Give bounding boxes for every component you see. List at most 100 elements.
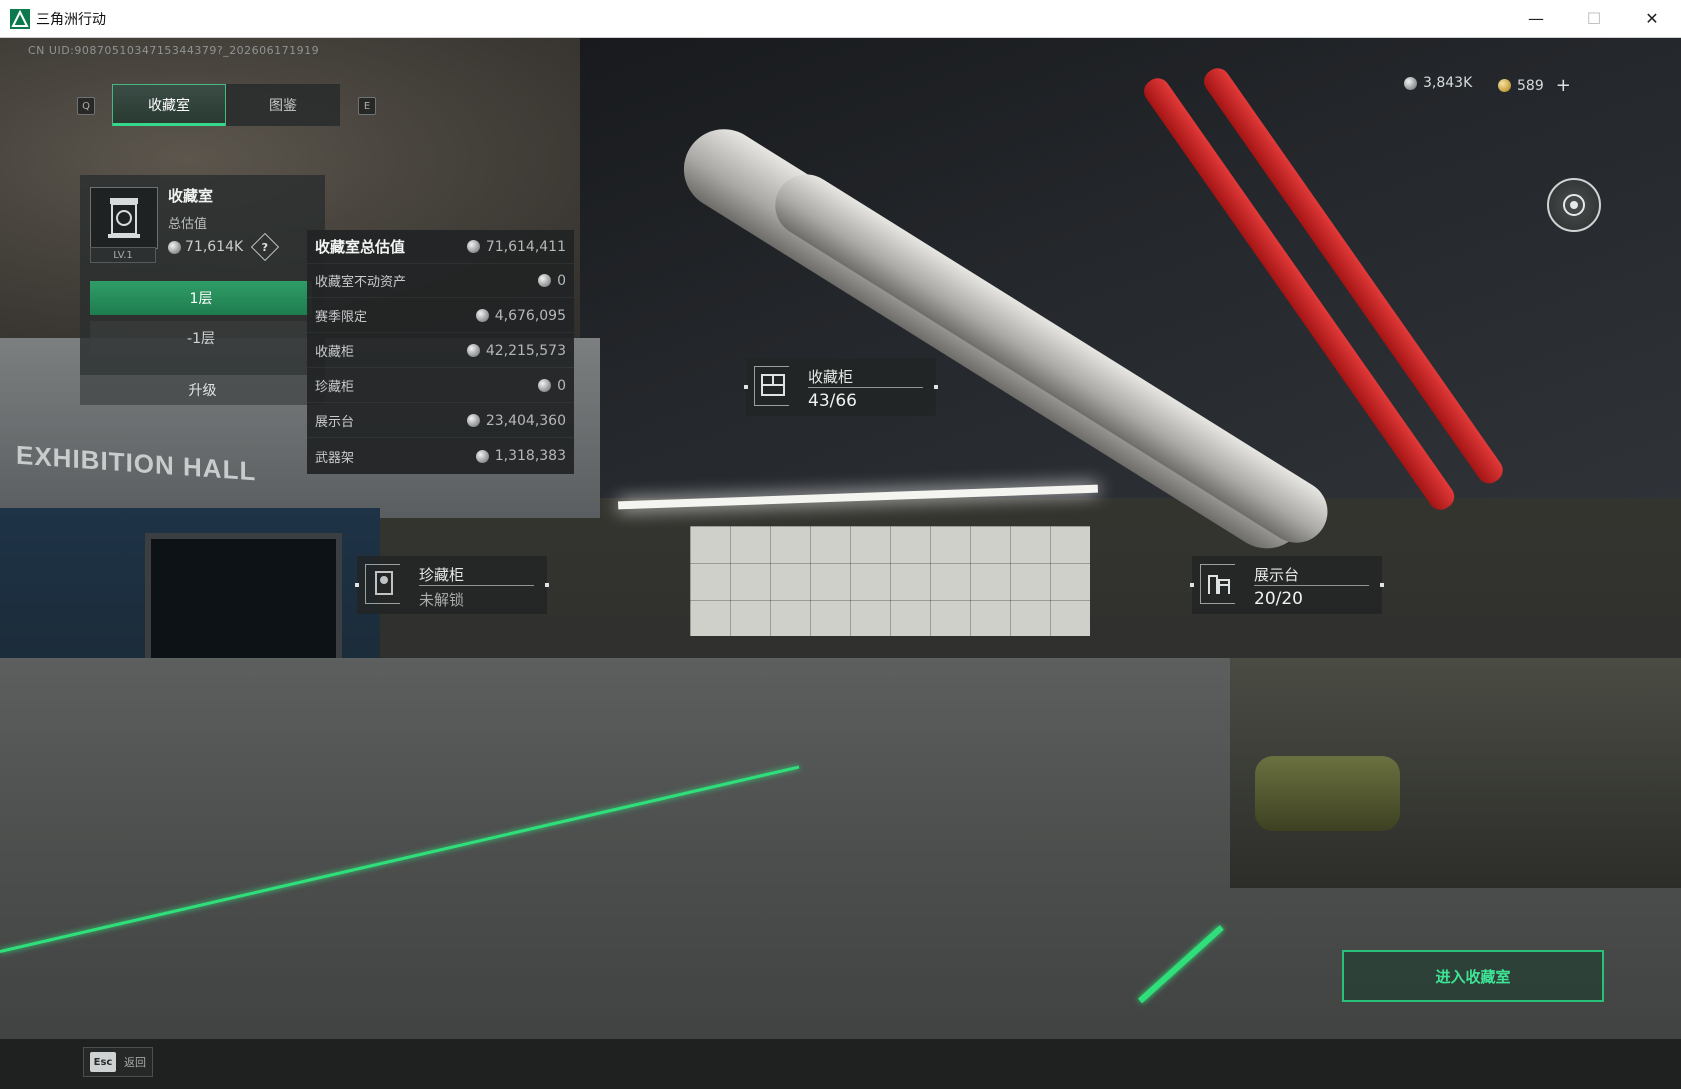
silver-coin-icon [466, 240, 480, 253]
value-row-value: 0 [538, 378, 566, 394]
tab-bar: 收藏室 图鉴 [112, 84, 340, 126]
value-breakdown-panel: 收藏室总估值 71,614,411 收藏室不动资产 0 赛季限定 4,676,0… [307, 230, 574, 474]
floor-1-button[interactable]: 1层 [90, 281, 312, 315]
app-logo-icon [10, 8, 30, 29]
duffel-bag [1255, 756, 1400, 831]
value-row-text: 0 [557, 272, 566, 289]
gold-amount: 589 [1517, 77, 1544, 94]
value-total-text: 71,614,411 [485, 238, 566, 255]
tab-collection-room[interactable]: 收藏室 [112, 84, 226, 126]
room-icon [90, 187, 158, 249]
tab-catalog[interactable]: 图鉴 [226, 84, 340, 126]
value-row-text: 42,215,573 [485, 342, 566, 359]
enter-collection-room-button[interactable]: 进入收藏室 [1342, 950, 1604, 1002]
esc-key-icon: Esc [90, 1052, 116, 1072]
tab-right-key-hint: E [358, 97, 376, 115]
cabinet-name: 收藏柜 [808, 368, 854, 386]
value-row: 武器架 1,318,383 [307, 439, 574, 473]
treasure-cabinet-label[interactable]: 珍藏柜 未解锁 [355, 556, 549, 614]
value-total-row: 收藏室总估值 71,614,411 [307, 230, 574, 264]
display-screen [145, 533, 342, 667]
cabinet-label[interactable]: 收藏柜 43/66 [744, 358, 938, 416]
display-stand-count: 20/20 [1254, 589, 1303, 609]
back-button-frame: Esc 返回 [83, 1047, 153, 1077]
anchor-dot [1190, 583, 1194, 587]
camera-view-button[interactable] [1547, 178, 1601, 232]
room-value: 71,614K ? [168, 232, 280, 262]
cabinet-icon [761, 374, 785, 396]
value-row-value: 1,318,383 [475, 448, 566, 464]
value-row-text: 0 [557, 377, 566, 394]
value-row-text: 23,404,360 [485, 412, 566, 429]
bottom-bar [0, 1039, 1681, 1089]
silver-amount: 3,843K [1423, 75, 1473, 91]
back-button[interactable]: Esc 返回 [83, 1047, 153, 1077]
room-card: LV.1 收藏室 总估值 71,614K ? 1层 -1层 [80, 175, 325, 375]
label-divider [1254, 585, 1369, 586]
display-stand-label[interactable]: 展示台 20/20 [1190, 556, 1384, 614]
value-row-value: 0 [538, 273, 566, 289]
silver-coin-icon [538, 274, 552, 287]
value-row: 展示台 23,404,360 [307, 404, 574, 438]
silver-coin-icon [466, 414, 480, 427]
value-row: 珍藏柜 0 [307, 369, 574, 403]
treasure-cabinet-icon [375, 571, 393, 595]
gold-currency: 589 + [1498, 75, 1571, 96]
gold-coin-icon [1498, 79, 1511, 92]
anchor-dot [744, 385, 748, 389]
label-divider [808, 387, 923, 388]
trophy-case-icon [108, 198, 140, 238]
label-divider [419, 585, 534, 586]
help-icon-glyph: ? [261, 240, 269, 254]
value-row-label: 武器架 [315, 450, 355, 466]
treasure-cabinet-name: 珍藏柜 [419, 566, 465, 584]
room-level: LV.1 [90, 247, 156, 263]
anchor-dot [934, 385, 938, 389]
add-currency-button[interactable]: + [1556, 75, 1571, 96]
silver-coin-icon [168, 240, 181, 254]
cabinet-count: 43/66 [808, 391, 857, 411]
room-value-text: 71,614K [185, 239, 244, 255]
silver-currency: 3,843K [1404, 75, 1472, 91]
value-row-label: 收藏柜 [315, 345, 355, 360]
value-row-label: 珍藏柜 [315, 380, 355, 395]
maximize-button[interactable]: ☐ [1565, 0, 1623, 37]
title-bar: 三角洲行动 — ☐ ✕ [0, 0, 1681, 38]
silver-coin-icon [475, 449, 489, 463]
back-label: 返回 [124, 1056, 146, 1069]
value-row-value: 42,215,573 [466, 342, 566, 359]
window-title: 三角洲行动 [36, 11, 106, 28]
value-total: 71,614,411 [466, 238, 566, 255]
value-row: 赛季限定 4,676,095 [307, 299, 574, 333]
display-stand-icon [1208, 575, 1230, 594]
value-row: 收藏柜 42,215,573 [307, 334, 574, 368]
value-row-label: 赛季限定 [315, 310, 368, 325]
floor-minus1-button[interactable]: -1层 [90, 321, 312, 355]
silver-coin-icon [538, 379, 552, 392]
value-row-text: 1,318,383 [494, 448, 566, 464]
value-row-text: 4,676,095 [494, 307, 566, 324]
display-wall [690, 526, 1090, 636]
uid-text: CN UID:9087051034715344379?_202606171919 [28, 44, 320, 57]
value-row-label: 收藏室不动资产 [315, 275, 407, 290]
silver-coin-icon [1404, 76, 1417, 90]
value-row-label: 展示台 [315, 415, 355, 430]
anchor-dot [545, 583, 549, 587]
close-button[interactable]: ✕ [1623, 0, 1681, 37]
anchor-dot [355, 583, 359, 587]
upgrade-button[interactable]: 升级 [80, 375, 325, 405]
value-row-value: 23,404,360 [466, 412, 566, 429]
value-row: 收藏室不动资产 0 [307, 264, 574, 298]
silver-coin-icon [475, 309, 489, 322]
treasure-cabinet-status: 未解锁 [419, 591, 465, 609]
value-row-value: 4,676,095 [475, 307, 566, 324]
room-title: 收藏室 [168, 187, 214, 205]
room-subtitle: 总估值 [168, 217, 208, 232]
value-total-label: 收藏室总估值 [315, 238, 406, 256]
display-stand-name: 展示台 [1254, 566, 1300, 584]
eye-icon [1563, 194, 1585, 216]
anchor-dot [1380, 583, 1384, 587]
tab-left-key-hint: Q [77, 97, 95, 115]
minimize-button[interactable]: — [1507, 0, 1565, 37]
help-icon[interactable]: ? [251, 232, 280, 262]
